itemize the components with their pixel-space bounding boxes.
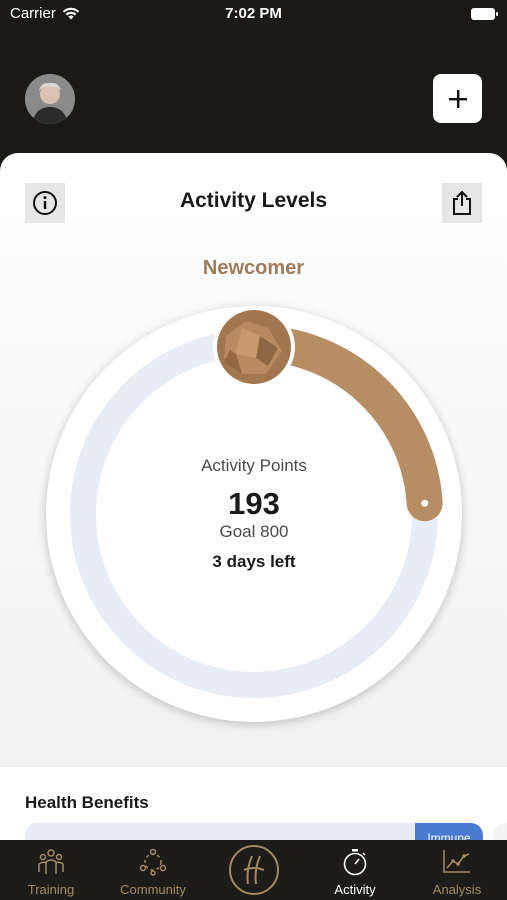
- plus-icon: [448, 89, 467, 108]
- logo-icon: [229, 845, 279, 895]
- community-icon: [139, 848, 167, 876]
- tab-training[interactable]: Training: [10, 840, 92, 900]
- add-button[interactable]: [433, 74, 482, 123]
- tab-bar: Training Community Activity Analysis: [0, 840, 507, 900]
- tab-community[interactable]: Community: [108, 840, 198, 900]
- tab-activity[interactable]: Activity: [314, 840, 396, 900]
- share-button[interactable]: [442, 183, 482, 223]
- tab-training-label: Training: [27, 882, 75, 897]
- activity-points-ring: Activity Points 193 Goal 800 3 days left: [46, 306, 462, 722]
- training-icon: [38, 849, 64, 874]
- stopwatch-icon: [343, 849, 367, 876]
- battery-icon: [471, 8, 498, 20]
- level-name: Newcomer: [202, 257, 305, 279]
- share-icon: [453, 190, 471, 215]
- analysis-chart-icon: [443, 850, 470, 873]
- health-benefits-title: Health Benefits: [25, 793, 149, 812]
- tab-analysis-label: Analysis: [432, 882, 482, 897]
- points-value: 193: [228, 486, 280, 521]
- tab-analysis[interactable]: Analysis: [416, 840, 498, 900]
- points-label: Activity Points: [201, 456, 307, 475]
- goal-label: Goal 800: [219, 522, 289, 541]
- status-bar: Carrier 7:02 PM: [0, 0, 507, 28]
- card-title: Activity Levels: [179, 189, 328, 212]
- days-left-label: 3 days left: [212, 552, 296, 571]
- level-badge-icon: [213, 306, 295, 388]
- user-avatar[interactable]: [25, 74, 75, 124]
- health-benefits-section: Health Benefits Immune: [0, 767, 507, 843]
- activity-levels-card: Activity Levels Newcomer Activity Points…: [0, 153, 507, 843]
- tab-home-logo[interactable]: [228, 840, 280, 900]
- avatar-image: [25, 74, 75, 124]
- tab-activity-label: Activity: [334, 882, 376, 897]
- status-time: 7:02 PM: [225, 5, 282, 22]
- tab-community-label: Community: [120, 882, 186, 897]
